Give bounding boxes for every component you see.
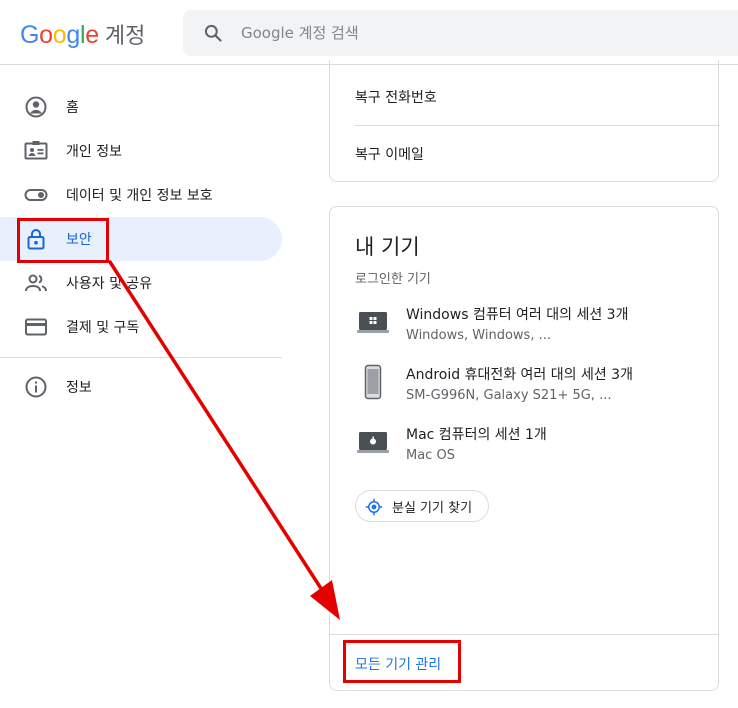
sidebar-divider: [0, 357, 282, 358]
recovery-email-row[interactable]: 복구 이메일: [355, 144, 424, 164]
find-lost-device-button[interactable]: 분실 기기 찾기: [355, 490, 490, 522]
card-subtitle: 로그인한 기기: [355, 272, 431, 287]
annotation-highlight-security: [17, 218, 109, 263]
toggle-icon: [24, 189, 48, 201]
recovery-phone-row[interactable]: 복구 전화번호: [355, 87, 437, 107]
card-title: 내 기기: [355, 235, 420, 259]
card-footer-divider: [330, 634, 718, 635]
mac-laptop-icon: [357, 432, 389, 453]
product-name: 계정: [104, 24, 146, 49]
sidebar-item-label: 결제 및 구독: [66, 320, 140, 336]
sidebar-item-label: 데이터 및 개인 정보 보호: [66, 188, 213, 204]
sidebar-item-data-privacy[interactable]: 데이터 및 개인 정보 보호: [0, 173, 282, 217]
card-divider: [355, 125, 720, 126]
sidebar-item-label: 정보: [66, 380, 92, 396]
sidebar-item-people-sharing[interactable]: 사용자 및 공유: [0, 261, 282, 305]
home-icon: [25, 96, 47, 118]
info-icon: [25, 376, 47, 398]
id-card-icon: [24, 141, 48, 160]
device-item-mac[interactable]: Mac 컴퓨터의 세션 1개 Mac OS: [355, 424, 705, 474]
sidebar-item-label: 사용자 및 공유: [66, 276, 153, 292]
sidebar-item-home[interactable]: 홈: [0, 85, 282, 129]
device-detail: SM-G996N, Galaxy S21+ 5G, ...: [406, 388, 612, 403]
google-wordmark: Google: [20, 21, 99, 49]
google-account-logo[interactable]: Google 계정: [20, 18, 145, 50]
credit-card-icon: [25, 318, 47, 336]
sidebar-item-label: 개인 정보: [66, 144, 122, 160]
people-icon: [25, 274, 47, 292]
windows-laptop-icon: [357, 312, 389, 333]
recovery-info-card: 복구 전화번호 복구 이메일: [329, 60, 720, 182]
device-detail: Windows, Windows, ...: [406, 328, 551, 343]
device-name: Windows 컴퓨터 여러 대의 세션 3개: [406, 307, 629, 323]
my-devices-card: 내 기기 로그인한 기기 Windows 컴퓨터 여러 대의 세션 3개 Win…: [329, 206, 719, 691]
device-detail: Mac OS: [406, 448, 455, 463]
device-item-android[interactable]: Android 휴대전화 여러 대의 세션 3개 SM-G996N, Galax…: [355, 364, 705, 414]
top-app-bar: Google 계정: [0, 0, 738, 65]
annotation-highlight-manage-devices: [343, 640, 461, 683]
search-bar[interactable]: [183, 10, 738, 56]
sidebar-item-about[interactable]: 정보: [0, 365, 282, 409]
search-icon[interactable]: [203, 23, 223, 43]
sidebar-item-payments[interactable]: 결제 및 구독: [0, 305, 282, 349]
android-phone-icon: [364, 364, 382, 400]
find-lost-device-label: 분실 기기 찾기: [392, 500, 473, 516]
locate-target-icon: [365, 498, 383, 516]
device-item-windows[interactable]: Windows 컴퓨터 여러 대의 세션 3개 Windows, Windows…: [355, 304, 705, 354]
search-input[interactable]: [241, 20, 721, 46]
sidebar-item-label: 홈: [66, 100, 79, 116]
device-name: Android 휴대전화 여러 대의 세션 3개: [406, 367, 633, 383]
device-name: Mac 컴퓨터의 세션 1개: [406, 427, 547, 443]
sidebar-item-personal-info[interactable]: 개인 정보: [0, 129, 282, 173]
